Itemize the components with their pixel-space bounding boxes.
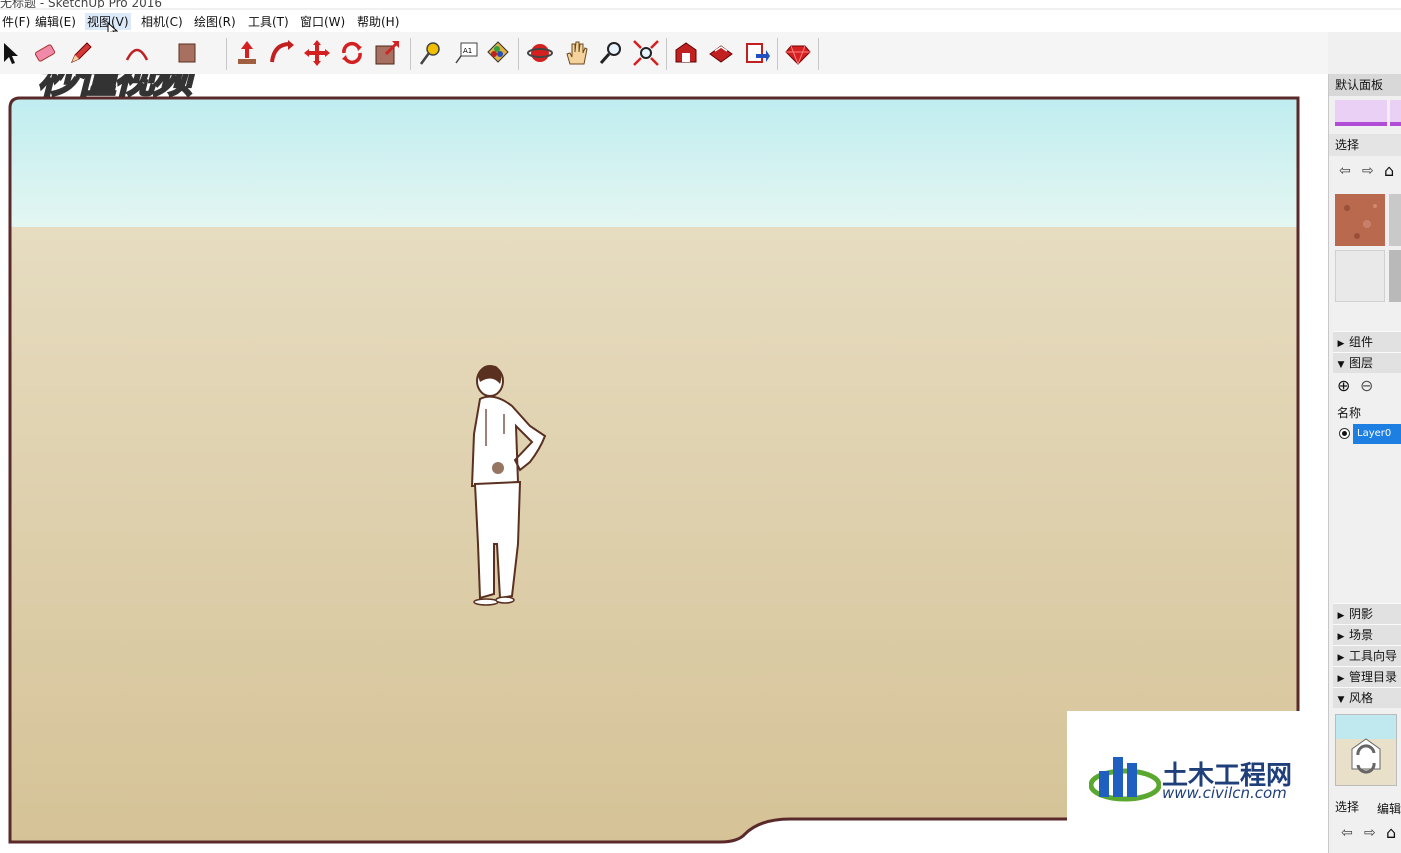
material-preview-swatch[interactable]: [1335, 100, 1387, 126]
pan-icon[interactable]: [561, 38, 591, 68]
follow-me-icon[interactable]: [266, 38, 296, 68]
menu-draw[interactable]: 绘图(R): [192, 13, 238, 30]
rotate-icon[interactable]: [337, 38, 367, 68]
move-icon[interactable]: [302, 38, 332, 68]
menu-camera[interactable]: 相机(C): [139, 13, 185, 30]
menu-bar: 件(F) 编辑(E) 视图(V) 相机(C) 绘图(R) 工具(T) 窗口(W)…: [0, 10, 1401, 38]
warehouse-icon[interactable]: [671, 38, 701, 68]
orbit-icon[interactable]: [525, 38, 555, 68]
home-icon[interactable]: ⌂: [1384, 161, 1394, 180]
ruby-icon[interactable]: [783, 38, 813, 68]
section-styles[interactable]: ▼ 风格: [1333, 687, 1401, 708]
back-arrow-icon[interactable]: ⇦: [1339, 163, 1351, 179]
material-swatch-gray[interactable]: [1389, 250, 1401, 302]
civilcn-logo-icon: [1089, 757, 1161, 802]
layer-name-header: 名称: [1337, 406, 1362, 420]
svg-text:A1: A1: [463, 47, 472, 55]
video-logo-watermark: 秒懂视频: [37, 74, 193, 103]
menu-file[interactable]: 件(F): [0, 13, 32, 30]
eraser-icon[interactable]: [30, 38, 60, 68]
menu-help[interactable]: 帮助(H): [355, 13, 401, 30]
select-icon[interactable]: [0, 38, 26, 68]
title-bar: 无标题 - SketchUp Pro 2016: [0, 0, 1401, 8]
extension-warehouse-icon[interactable]: [706, 38, 736, 68]
styles-tab-select[interactable]: 选择: [1335, 798, 1359, 815]
material-preview-swatch-2[interactable]: [1390, 100, 1401, 126]
section-layers[interactable]: ▼ 图层: [1333, 352, 1401, 373]
window-title: 无标题 - SketchUp Pro 2016: [0, 0, 162, 8]
material-swatch-brick[interactable]: [1335, 194, 1385, 246]
civilcn-site-url: www.civilcn.com: [1162, 784, 1287, 802]
forward-arrow-icon[interactable]: ⇨: [1362, 163, 1374, 179]
tape-measure-icon[interactable]: [415, 38, 445, 68]
styles-forward-arrow-icon[interactable]: ⇨: [1364, 825, 1376, 841]
material-swatch-white[interactable]: [1335, 250, 1385, 302]
menu-window[interactable]: 窗口(W): [298, 13, 347, 30]
civilcn-watermark: 土木工程网 www.civilcn.com: [1067, 711, 1328, 853]
arc-icon[interactable]: [122, 38, 152, 68]
menu-edit[interactable]: 编辑(E): [33, 13, 78, 30]
menu-tools[interactable]: 工具(T): [246, 13, 291, 30]
main-toolbar: A1: [0, 32, 1328, 75]
pencil-icon[interactable]: [66, 38, 96, 68]
push-pull-icon[interactable]: [232, 38, 262, 68]
remove-layer-icon[interactable]: ⊖: [1360, 376, 1373, 395]
zoom-extents-icon[interactable]: [631, 38, 661, 68]
styles-tab-edit[interactable]: 编辑: [1377, 800, 1401, 817]
paint-bucket-icon[interactable]: [482, 38, 512, 68]
section-instructor[interactable]: ▶ 工具向导: [1333, 645, 1401, 666]
add-layer-icon[interactable]: ⊕: [1337, 376, 1350, 395]
styles-home-icon[interactable]: ⌂: [1386, 823, 1396, 842]
section-scenes[interactable]: ▶ 场景: [1333, 624, 1401, 645]
material-swatch-stone[interactable]: [1389, 194, 1401, 246]
send-to-layout-icon[interactable]: [742, 38, 772, 68]
section-components[interactable]: ▶ 组件: [1333, 331, 1401, 352]
rectangle-icon[interactable]: [173, 38, 203, 68]
scale-icon[interactable]: [372, 38, 402, 68]
style-thumbnail[interactable]: [1335, 714, 1397, 786]
default-tray-title: 默认面板: [1329, 74, 1401, 96]
active-layer-radio[interactable]: [1339, 428, 1350, 439]
section-outliner[interactable]: ▶ 管理目录: [1333, 666, 1401, 687]
materials-tab-select[interactable]: 选择: [1329, 134, 1401, 156]
styles-back-arrow-icon[interactable]: ⇦: [1341, 825, 1353, 841]
zoom-icon[interactable]: [596, 38, 626, 68]
section-shadows[interactable]: ▶ 阴影: [1333, 603, 1401, 624]
default-tray-panel: 默认面板 选择 ⇦ ⇨ ⌂ ▶ 组件 ▼ 图层 ⊕ ⊖ 名称 Layer0 ▶ 阴影 …: [1328, 74, 1401, 853]
text-icon[interactable]: A1: [451, 38, 481, 68]
layer-row[interactable]: Layer0: [1353, 424, 1401, 444]
